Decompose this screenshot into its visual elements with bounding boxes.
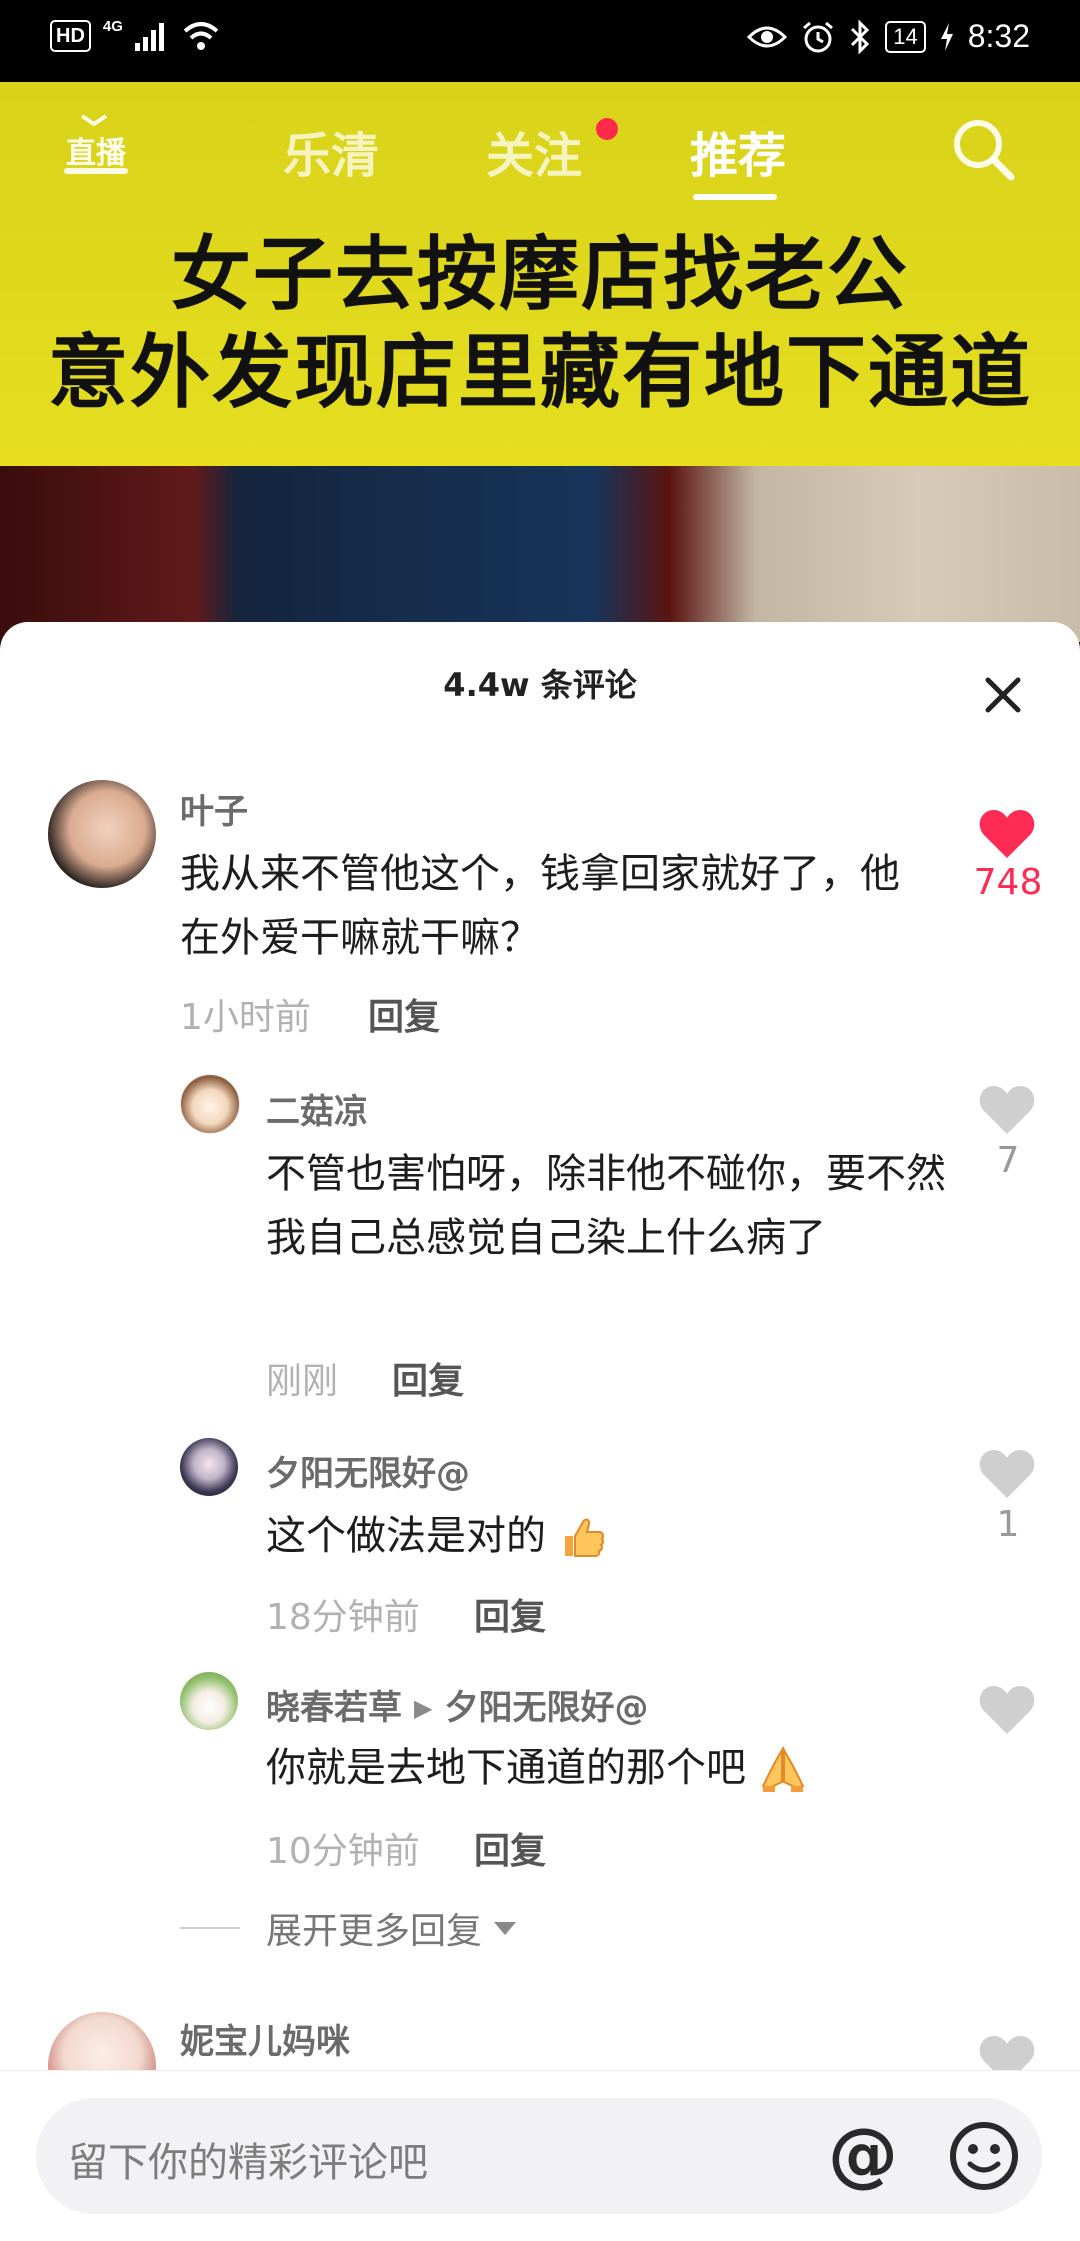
bluetooth-icon	[851, 19, 870, 54]
chevron-down-icon	[494, 1921, 517, 1935]
charging-icon	[940, 22, 953, 51]
reply-button[interactable]: 回复	[368, 988, 440, 1040]
comment-text: 我从来不管他这个，钱拿回家就好了，他在外爱干嘛就干嘛？	[180, 851, 900, 961]
reply-time: 10分钟前	[266, 1831, 420, 1872]
video-headline-line2: 意外发现店里藏有地下通道	[48, 326, 1032, 419]
reply-button[interactable]: 回复	[392, 1352, 464, 1404]
alarm-icon	[803, 21, 834, 52]
signal-icon	[134, 23, 164, 51]
reply-time: 18分钟前	[266, 1597, 420, 1638]
close-icon[interactable]	[980, 672, 1026, 718]
clock: 8:32	[967, 18, 1030, 54]
heart-icon[interactable]	[978, 1684, 1036, 1736]
comment-input[interactable]: 留下你的精彩评论吧 @	[36, 2098, 1042, 2214]
reply-text: 这个做法是对的	[266, 1504, 946, 1568]
reply-text-content: 这个做法是对的	[266, 1513, 546, 1559]
tab-recommended[interactable]: 推荐	[690, 116, 786, 186]
expand-more-replies[interactable]: 展开更多回复	[180, 1902, 517, 1954]
reply-time: 刚刚	[266, 1361, 339, 1402]
praying-hands-emoji-icon	[761, 1746, 805, 1792]
tab-following[interactable]: 关注	[486, 116, 582, 186]
wifi-icon	[183, 22, 219, 50]
avatar[interactable]	[180, 1672, 238, 1730]
top-nav: 直播 乐清 关注 推荐	[0, 100, 1080, 200]
live-button[interactable]: 直播	[56, 100, 140, 200]
reply-text: 你就是去地下通道的那个吧	[266, 1736, 946, 1800]
like-count: 748	[973, 862, 1043, 903]
thumbs-up-emoji-icon	[564, 1518, 604, 1557]
reply-author[interactable]: 夕阳无限好@	[266, 1446, 470, 1495]
reply-author-line: 晓春若草 ▶ 夕阳无限好@	[266, 1680, 648, 1729]
tab-local[interactable]: 乐清	[283, 116, 379, 186]
avatar[interactable]	[180, 1438, 238, 1496]
active-tab-indicator	[693, 194, 777, 200]
heart-icon[interactable]	[978, 1084, 1036, 1136]
divider	[180, 1927, 240, 1929]
reply-text-content: 你就是去地下通道的那个吧	[266, 1745, 746, 1791]
live-label: 直播	[66, 136, 126, 171]
comment-sheet: 4.4w 条评论 叶子 我从来不管他这个，钱拿回家就好了，他在外爱干嘛就干嘛？ …	[0, 622, 1080, 2240]
status-bar: HD 4G 14 8:32	[0, 0, 1080, 82]
eye-icon	[747, 26, 788, 47]
expand-more-label: 展开更多回复	[266, 1911, 483, 1952]
reply-button[interactable]: 回复	[474, 1822, 546, 1874]
emoji-icon[interactable]	[948, 2120, 1020, 2192]
avatar[interactable]	[48, 780, 156, 888]
comment-author[interactable]: 妮宝儿妈咪	[180, 2014, 350, 2063]
like-count: 7	[996, 1140, 1020, 1181]
notification-dot	[596, 118, 618, 140]
like-count: 1	[996, 1504, 1020, 1545]
comment-count-title: 4.4w 条评论	[443, 666, 637, 704]
comment-author[interactable]: 叶子	[180, 784, 248, 833]
reply-arrow-icon: ▶	[414, 1694, 433, 1722]
heart-icon[interactable]	[978, 1448, 1036, 1500]
comment-input-placeholder: 留下你的精彩评论吧	[68, 2140, 428, 2186]
reply-text: 不管也害怕呀，除非他不碰你，要不然我自己总感觉自己染上什么病了	[266, 1151, 946, 1261]
reply-author[interactable]: 二菇凉	[266, 1084, 368, 1133]
reply-target[interactable]: 夕阳无限好@	[444, 1688, 648, 1728]
reply-author[interactable]: 晓春若草	[266, 1688, 402, 1728]
search-icon[interactable]	[948, 114, 1018, 184]
network-type: 4G	[102, 17, 123, 35]
hd-badge: HD	[50, 20, 91, 52]
heart-icon[interactable]	[978, 808, 1036, 860]
reply-button[interactable]: 回复	[474, 1588, 546, 1640]
mention-at-icon[interactable]: @	[828, 2114, 898, 2194]
comment-input-bar: 留下你的精彩评论吧 @	[0, 2070, 1080, 2241]
comment-time: 1小时前	[180, 997, 311, 1038]
battery-level: 14	[885, 20, 926, 53]
avatar[interactable]	[180, 1074, 240, 1134]
